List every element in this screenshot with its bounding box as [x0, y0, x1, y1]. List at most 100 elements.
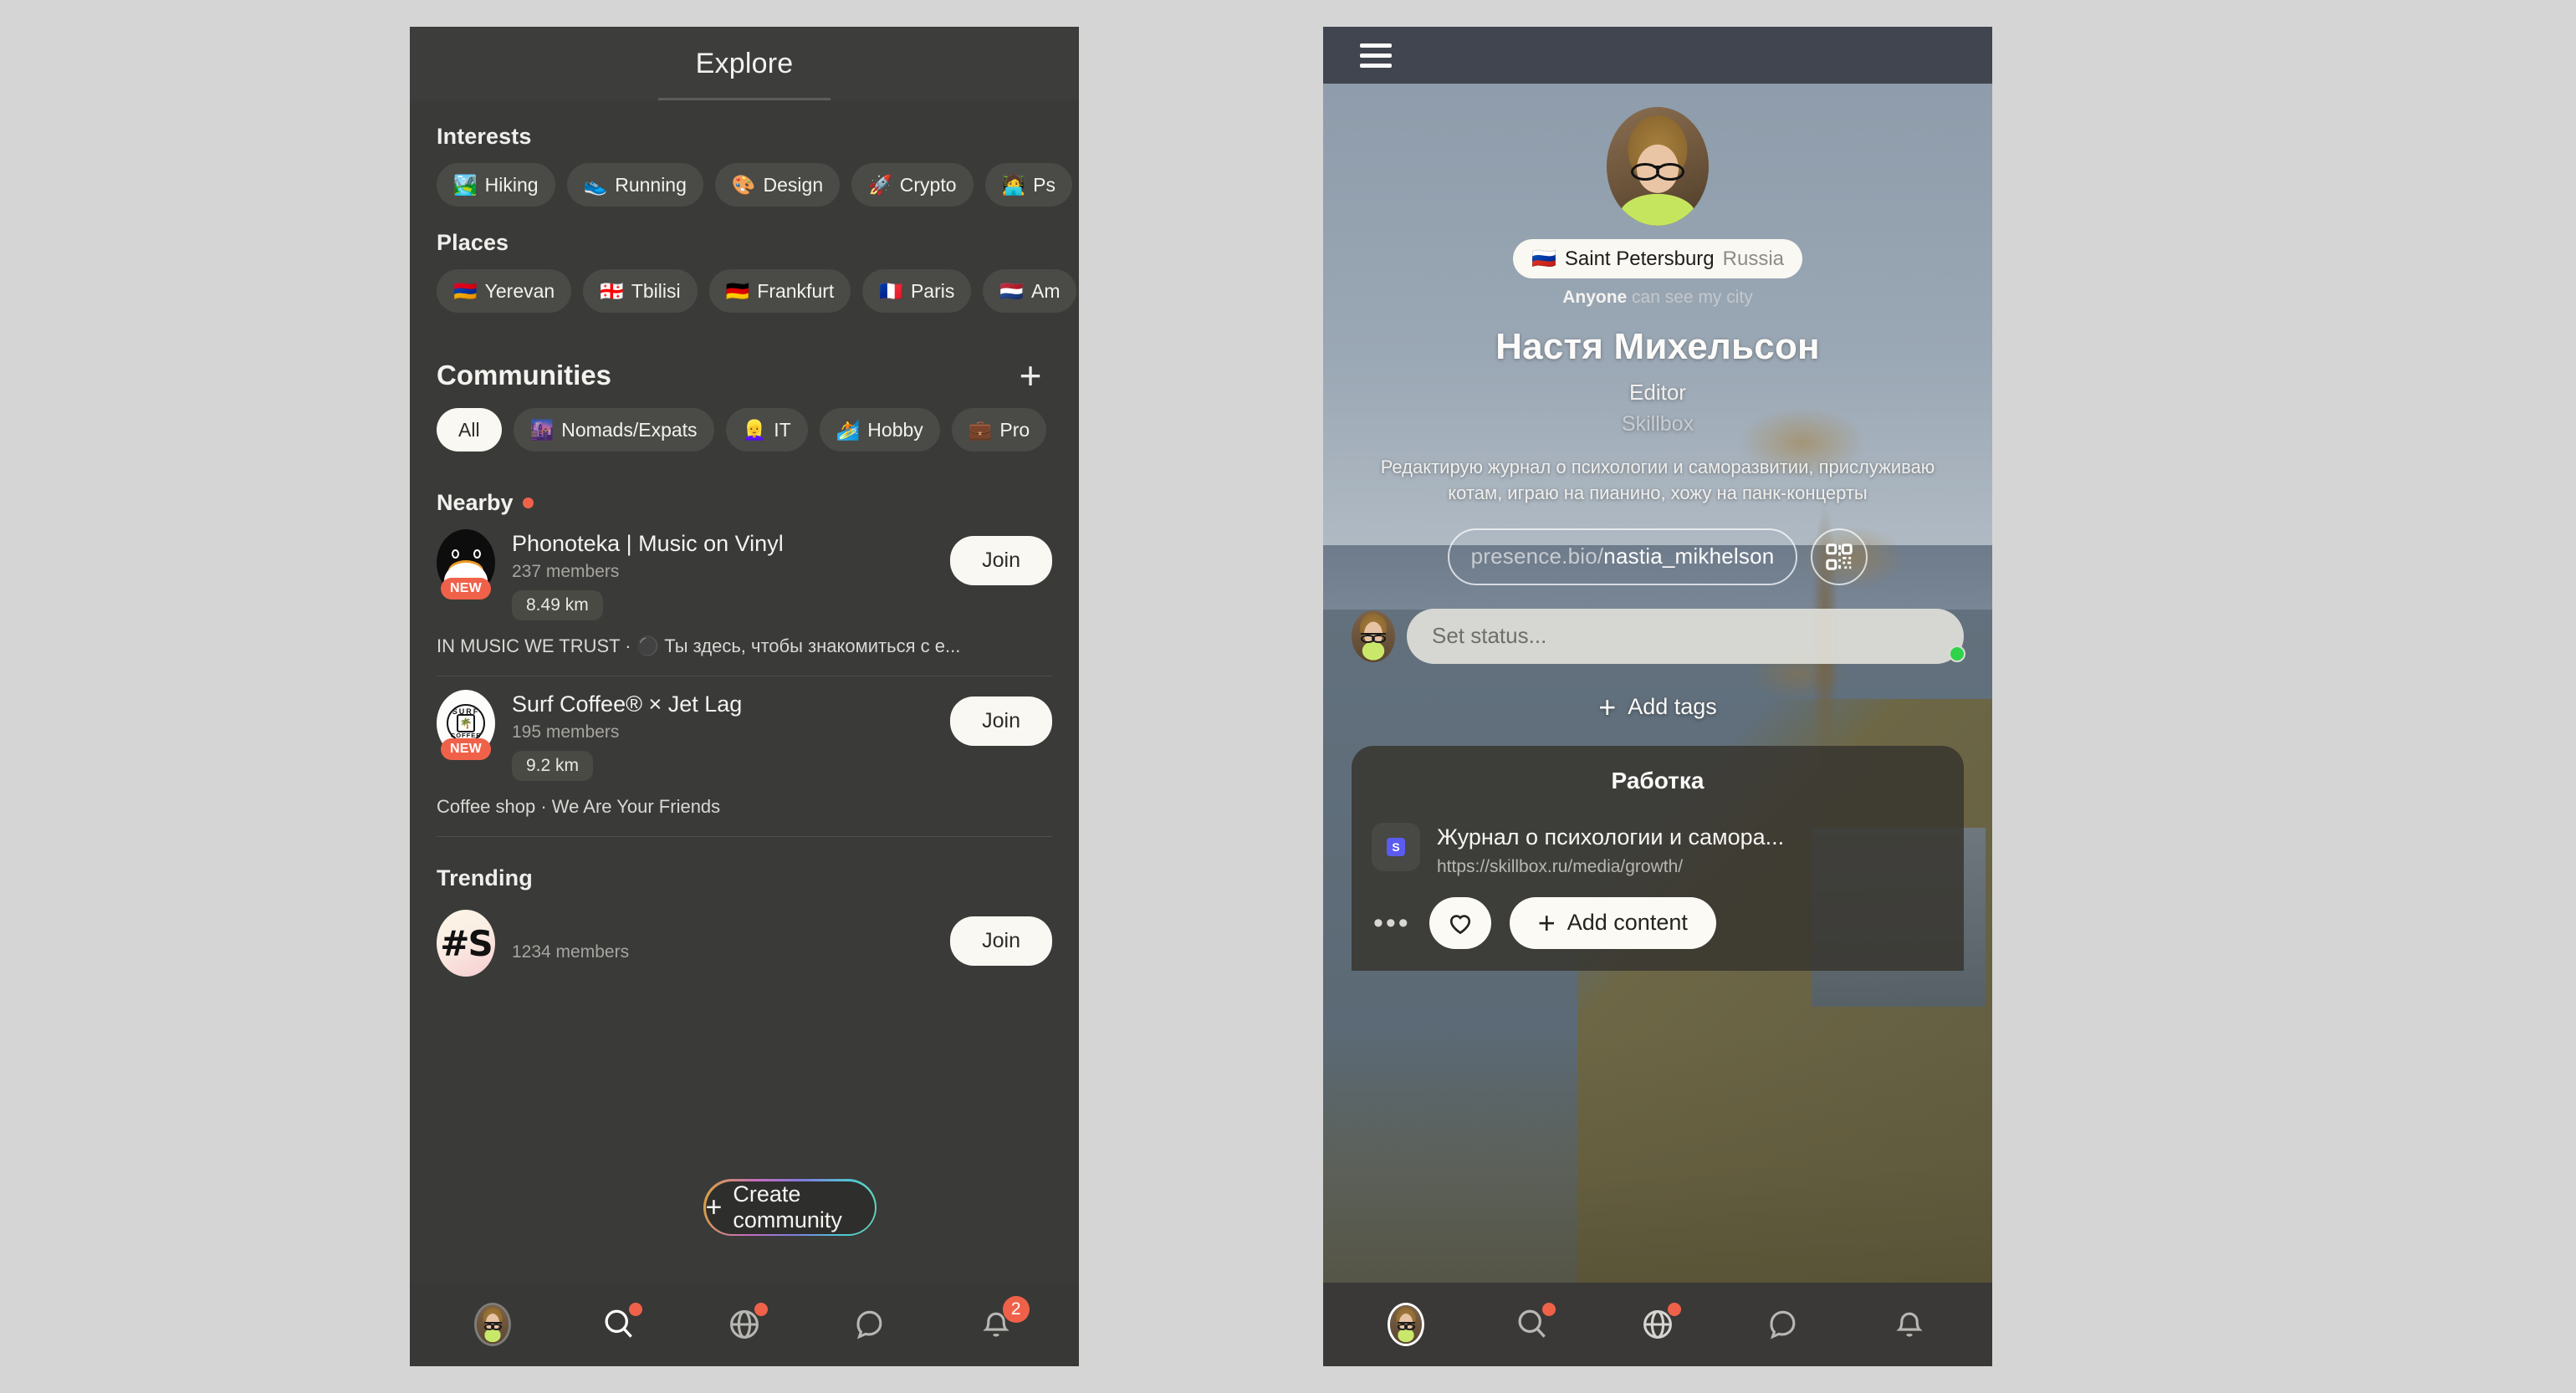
- list-item[interactable]: NEW Phonoteka | Music on Vinyl 237 membe…: [410, 516, 1079, 676]
- flag-georgia-icon: 🇬🇪: [600, 279, 624, 302]
- flag-armenia-icon: 🇦🇲: [453, 279, 478, 302]
- community-filter-label: Nomads/Expats: [561, 418, 698, 441]
- create-community-button[interactable]: + Create community: [703, 1179, 877, 1236]
- status-row: Set status...: [1352, 608, 1965, 664]
- community-row: SURF 🌴 COFFEE NEW Surf Coffee® × Jet Lag…: [437, 690, 1052, 781]
- place-chip[interactable]: 🇳🇱 Am: [983, 269, 1077, 313]
- community-filter-it[interactable]: 👱‍♀️ IT: [725, 408, 808, 452]
- add-tags-button[interactable]: + Add tags: [1323, 689, 1992, 724]
- nav-chat[interactable]: [843, 1298, 897, 1351]
- nav-notifications[interactable]: 2: [969, 1296, 1030, 1351]
- left-phone-screen: Explore Interests 🏞️ Hiking 👟 Running 🎨 …: [410, 27, 1079, 1366]
- running-icon: 👟: [583, 173, 608, 196]
- community-filter-label: All: [458, 418, 480, 441]
- interest-chip[interactable]: 🚀 Crypto: [851, 163, 974, 207]
- community-filter-all[interactable]: All: [437, 408, 502, 452]
- like-button[interactable]: [1429, 896, 1491, 949]
- add-content-button[interactable]: + Add content: [1509, 896, 1716, 949]
- community-members: 195 members: [512, 722, 620, 742]
- link-handle: nastia_mikhelson: [1603, 543, 1775, 569]
- place-chip[interactable]: 🇩🇪 Frankfurt: [708, 269, 851, 313]
- hashtag-avatar-icon: #S: [437, 910, 495, 977]
- places-chip-row[interactable]: 🇦🇲 Yerevan 🇬🇪 Tbilisi 🇩🇪 Frankfurt 🇫🇷 Pa…: [410, 256, 1079, 313]
- profile-link[interactable]: presence.bio/ nastia_mikhelson: [1447, 528, 1798, 585]
- community-filter-pro[interactable]: 💼 Pro: [951, 408, 1047, 452]
- briefcase-icon: 💼: [968, 418, 993, 441]
- community-filter-nomads[interactable]: 🌆 Nomads/Expats: [513, 408, 714, 452]
- hashtag-avatar-text: #S: [440, 922, 493, 964]
- favicon: S: [1372, 822, 1420, 871]
- work-card: Работка S Журнал о психологии и самора..…: [1352, 745, 1964, 971]
- community-info: Phonoteka | Music on Vinyl 237 members 8…: [512, 529, 933, 620]
- interest-chip[interactable]: 🏞️ Hiking: [437, 163, 555, 207]
- list-item[interactable]: #S 1234 members Join: [410, 891, 1079, 977]
- work-item-texts: Журнал о психологии и самора... https://…: [1437, 823, 1964, 877]
- place-chip-label: Am: [1030, 279, 1061, 302]
- profile-avatar[interactable]: [1607, 107, 1709, 226]
- nav-notifications[interactable]: [1883, 1298, 1936, 1351]
- location-badge[interactable]: 🇷🇺 Saint Petersburg Russia: [1512, 239, 1803, 278]
- interest-chip[interactable]: 🎨 Design: [714, 163, 841, 207]
- privacy-audience: Anyone: [1562, 288, 1628, 307]
- join-button[interactable]: Join: [950, 696, 1052, 746]
- place-chip[interactable]: 🇬🇪 Tbilisi: [583, 269, 698, 313]
- distance-badge: 8.49 km: [512, 590, 603, 620]
- place-chip[interactable]: 🇫🇷 Paris: [862, 269, 972, 313]
- community-filter-hobby[interactable]: 🏄 Hobby: [819, 408, 940, 452]
- interests-chip-row[interactable]: 🏞️ Hiking 👟 Running 🎨 Design 🚀 Crypto 🧑‍…: [410, 150, 1079, 207]
- community-filter-label: Hobby: [867, 418, 923, 441]
- place-chip[interactable]: 🇦🇲 Yerevan: [437, 269, 572, 313]
- avatar-icon: [474, 1303, 512, 1346]
- community-filter-row[interactable]: All 🌆 Nomads/Expats 👱‍♀️ IT 🏄 Hobby 💼 Pr…: [410, 395, 1079, 452]
- favicon-letter: S: [1387, 837, 1405, 856]
- nav-profile[interactable]: [1379, 1298, 1433, 1351]
- interest-chip[interactable]: 👟 Running: [566, 163, 703, 207]
- avatar: SURF 🌴 COFFEE NEW: [437, 690, 495, 760]
- profile-bio: Редактирую журнал о психологии и самораз…: [1380, 457, 1935, 503]
- location-country: Russia: [1722, 247, 1785, 270]
- community-members: 1234 members: [512, 942, 630, 962]
- privacy-text: can see my city: [1627, 288, 1753, 307]
- location-city: Saint Petersburg: [1564, 247, 1715, 270]
- join-button[interactable]: Join: [950, 916, 1052, 966]
- palette-icon: 🎨: [731, 173, 756, 196]
- interest-chip-label: Crypto: [899, 173, 957, 196]
- avatar-icon: [1388, 1303, 1425, 1346]
- right-top-bar: [1323, 27, 1992, 84]
- hiking-icon: 🏞️: [453, 173, 478, 196]
- bottom-navigation-bar: [1323, 1283, 1992, 1366]
- hamburger-icon[interactable]: [1360, 43, 1392, 68]
- plus-icon: +: [1598, 689, 1617, 724]
- status-input[interactable]: Set status...: [1407, 608, 1964, 664]
- add-community-button[interactable]: +: [1012, 356, 1049, 395]
- nav-profile[interactable]: [466, 1298, 519, 1351]
- place-chip-label: Paris: [910, 279, 955, 302]
- profile-name: Настя Михельсон: [1495, 326, 1820, 367]
- nav-globe[interactable]: [1631, 1298, 1684, 1351]
- online-indicator: [1949, 645, 1965, 662]
- nearby-live-dot: [522, 498, 534, 508]
- work-list-item[interactable]: S Журнал о психологии и самора... https:…: [1352, 794, 1964, 877]
- link-domain: presence.bio/: [1470, 543, 1604, 569]
- community-title: Phonoteka | Music on Vinyl: [512, 531, 784, 556]
- community-info: 1234 members: [512, 910, 933, 962]
- nav-search[interactable]: [1505, 1298, 1559, 1351]
- add-content-label: Add content: [1567, 910, 1688, 936]
- nav-globe[interactable]: [718, 1298, 771, 1351]
- interest-chip-label: Design: [763, 173, 824, 196]
- interest-chip[interactable]: 🧑‍💻 Ps: [984, 163, 1073, 207]
- list-item[interactable]: SURF 🌴 COFFEE NEW Surf Coffee® × Jet Lag…: [410, 676, 1079, 837]
- status-avatar: [1352, 610, 1395, 662]
- more-options-icon[interactable]: •••: [1373, 909, 1411, 937]
- place-chip-label: Tbilisi: [631, 279, 681, 302]
- join-button[interactable]: Join: [950, 536, 1052, 585]
- nav-chat[interactable]: [1756, 1298, 1810, 1351]
- notification-badge: 2: [1002, 1296, 1030, 1323]
- community-description: IN MUSIC WE TRUST · ⚫ Ты здесь, чтобы зн…: [437, 635, 961, 656]
- nav-search[interactable]: [592, 1298, 646, 1351]
- add-tags-label: Add tags: [1628, 694, 1717, 720]
- community-row: NEW Phonoteka | Music on Vinyl 237 membe…: [437, 529, 1052, 620]
- qr-code-icon[interactable]: [1811, 528, 1868, 585]
- communities-header: Communities +: [410, 313, 1079, 395]
- new-badge: NEW: [441, 578, 491, 600]
